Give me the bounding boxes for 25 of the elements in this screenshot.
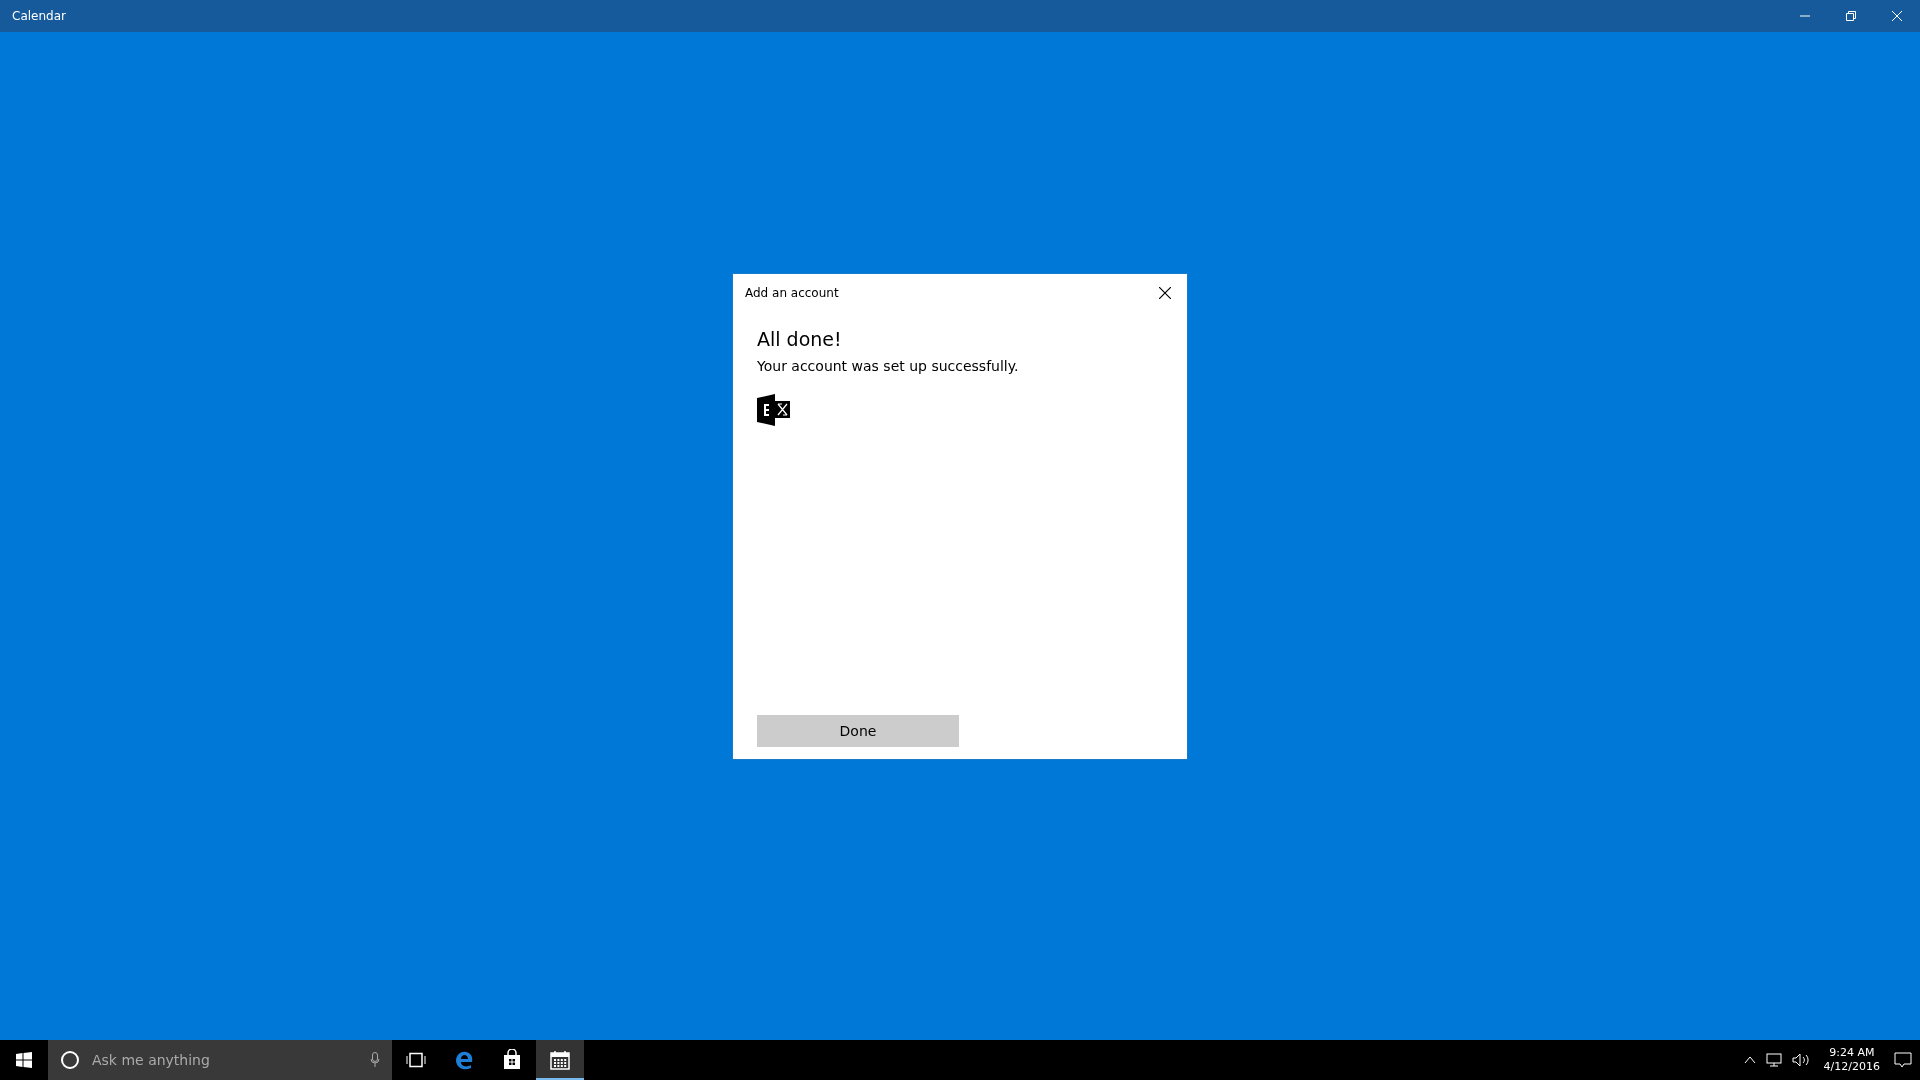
message: Your account was set up successfully. — [757, 357, 1020, 374]
done-button[interactable]: Done — [757, 714, 959, 747]
shopping-bag-icon — [501, 1049, 523, 1071]
exchange-logo-icon — [757, 393, 790, 426]
close-icon — [1892, 11, 1902, 21]
task-view-icon — [406, 1052, 426, 1068]
restore-icon — [1846, 11, 1856, 21]
edge-icon — [453, 1049, 475, 1071]
search-box[interactable]: Ask me anything — [48, 1040, 392, 1080]
search-input[interactable]: Ask me anything — [90, 1051, 360, 1069]
network-icon[interactable] — [1765, 1053, 1782, 1067]
close-icon — [1159, 286, 1171, 299]
clock-date: 4/12/2016 — [1823, 1060, 1880, 1074]
calendar-icon — [549, 1049, 571, 1071]
windows-logo-icon — [16, 1052, 32, 1068]
chevron-up-icon[interactable] — [1743, 1056, 1756, 1064]
speaker-icon[interactable] — [1791, 1053, 1810, 1067]
circle-icon — [60, 1050, 80, 1070]
window-title: Calendar — [12, 9, 67, 23]
notification-icon[interactable] — [1894, 1052, 1912, 1068]
heading: All done! — [757, 327, 843, 350]
dialog-title: Add an account — [745, 285, 839, 300]
microphone-icon[interactable] — [370, 1052, 380, 1068]
clock-time: 9:24 AM — [1829, 1046, 1875, 1060]
taskbar-app-button[interactable] — [536, 1040, 584, 1080]
